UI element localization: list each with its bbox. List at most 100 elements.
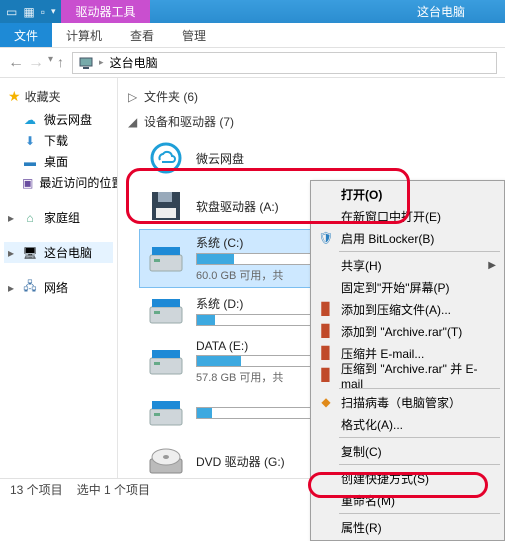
menu-item-label: 添加到 "Archive.rar"(T) xyxy=(341,323,462,340)
chevron-down-icon: ◢ xyxy=(128,115,138,129)
sidebar-homegroup[interactable]: ▸ ⌂ 家庭组 xyxy=(4,207,113,228)
menu-item[interactable]: 属性(R) xyxy=(313,516,502,538)
nav-back-icon[interactable]: ← xyxy=(8,54,24,72)
menu-item[interactable]: ▉ 添加到 "Archive.rar"(T) xyxy=(313,320,502,342)
drive-icon xyxy=(144,138,188,178)
menu-item-label: 共享(H) xyxy=(341,257,382,274)
sidebar-item-label: 下载 xyxy=(44,132,68,149)
star-icon: ★ xyxy=(8,88,21,105)
qat-props-icon[interactable]: ▦ xyxy=(23,5,34,19)
menu-item[interactable]: 🛡启用 BitLocker(B) xyxy=(313,227,502,249)
context-menu: 打开(O) 在新窗口中打开(E)🛡启用 BitLocker(B) 共享(H) ▶ 固定到… xyxy=(310,180,505,541)
sidebar-item-label: 最近访问的位置 xyxy=(39,174,118,191)
section-drives-label: 设备和驱动器 (7) xyxy=(144,113,234,130)
menu-item-label: 复制(C) xyxy=(341,443,382,460)
sidebar-fav-weiyun[interactable]: ☁ 微云网盘 xyxy=(18,109,113,130)
ribbon-tabs: 文件 计算机 查看 管理 xyxy=(0,23,505,48)
menu-item[interactable]: 创建快捷方式(S) xyxy=(313,467,502,489)
cloud-icon: ☁ xyxy=(22,112,38,128)
sidebar-fav-recent[interactable]: ▣ 最近访问的位置 xyxy=(18,172,113,193)
menu-item[interactable]: ▉ 添加到压缩文件(A)... xyxy=(313,298,502,320)
status-selection-count: 选中 1 个项目 xyxy=(77,481,150,498)
chevron-right-icon: ▸ xyxy=(8,211,16,225)
drive-icon xyxy=(144,441,188,478)
menu-item-label: 属性(R) xyxy=(341,519,382,536)
sidebar-favorites-label: 收藏夹 xyxy=(25,88,61,105)
drive-icon xyxy=(144,393,188,433)
menu-item-label: 添加到压缩文件(A)... xyxy=(341,301,451,318)
sidebar-this-pc[interactable]: ▸ 🖥 这台电脑 xyxy=(4,242,113,263)
chevron-right-icon: ▷ xyxy=(128,90,138,104)
menu-item-icon: ◆ xyxy=(317,395,335,409)
menu-item-icon: ▉ xyxy=(317,346,335,360)
sidebar-item-label: 这台电脑 xyxy=(44,244,92,261)
ribbon-tab-view[interactable]: 查看 xyxy=(116,23,168,47)
network-icon: 🖧 xyxy=(22,280,38,296)
breadcrumb[interactable]: ▸ 这台电脑 xyxy=(72,52,497,74)
nav-fwd-icon[interactable]: → xyxy=(28,54,44,72)
menu-item[interactable]: 共享(H) ▶ xyxy=(313,254,502,276)
menu-item-icon: ▉ xyxy=(317,302,335,316)
menu-item[interactable]: 在新窗口中打开(E) xyxy=(313,205,502,227)
drive-icon xyxy=(144,239,188,279)
sidebar-item-label: 网络 xyxy=(44,279,68,296)
menu-item-label: 固定到"开始"屏幕(P) xyxy=(341,279,450,296)
nav-history-icon[interactable]: ▾ xyxy=(48,54,53,72)
download-icon: ⬇ xyxy=(22,133,38,149)
address-bar-row: ← → ▾ ↑ ▸ 这台电脑 xyxy=(0,48,505,78)
sidebar-item-label: 家庭组 xyxy=(44,209,80,226)
section-folders-label: 文件夹 (6) xyxy=(144,88,198,105)
recent-icon: ▣ xyxy=(22,175,33,191)
menu-item-label: 压缩到 "Archive.rar" 并 E-mail xyxy=(341,360,484,391)
contextual-tab-drive-tools[interactable]: 驱动器工具 xyxy=(61,0,149,23)
sidebar-network[interactable]: ▸ 🖧 网络 xyxy=(4,277,113,298)
drive-icon xyxy=(144,186,188,226)
menu-item[interactable]: 固定到"开始"屏幕(P) xyxy=(313,276,502,298)
menu-item[interactable]: 格式化(A)... xyxy=(313,413,502,435)
sidebar-fav-desktop[interactable]: ▬ 桌面 xyxy=(18,151,113,172)
sidebar-favorites-header[interactable]: ★ 收藏夹 xyxy=(4,86,113,107)
menu-item[interactable]: ◆ 扫描病毒（电脑管家） xyxy=(313,391,502,413)
app-icon: ▭ xyxy=(6,5,17,19)
sidebar-item-label: 微云网盘 xyxy=(44,111,92,128)
ribbon-tab-computer[interactable]: 计算机 xyxy=(52,23,116,47)
menu-item-label: 扫描病毒（电脑管家） xyxy=(341,394,461,411)
drive-item[interactable]: 微云网盘 xyxy=(140,134,350,182)
sidebar-item-label: 桌面 xyxy=(44,153,68,170)
menu-separator xyxy=(339,437,500,438)
navigation-pane: ★ 收藏夹 ☁ 微云网盘 ⬇ 下载 ▬ 桌面 ▣ 最近访问的位置 ▸ xyxy=(0,78,118,478)
drive-icon xyxy=(144,291,188,331)
breadcrumb-location[interactable]: 这台电脑 xyxy=(110,54,158,71)
ribbon-tab-file[interactable]: 文件 xyxy=(0,23,52,47)
drive-label: 微云网盘 xyxy=(196,150,346,167)
nav-up-icon[interactable]: ↑ xyxy=(57,54,64,72)
menu-separator xyxy=(339,251,500,252)
menu-separator xyxy=(339,464,500,465)
menu-item-label: 格式化(A)... xyxy=(341,416,403,433)
qat-dropdown-icon[interactable]: ▾ xyxy=(51,6,56,17)
qat-newfolder-icon[interactable]: ▫ xyxy=(41,5,45,19)
menu-item-icon: ▉ xyxy=(317,324,335,338)
status-item-count: 13 个项目 xyxy=(10,481,63,498)
ribbon-tab-manage[interactable]: 管理 xyxy=(168,23,220,47)
desktop-icon: ▬ xyxy=(22,154,38,170)
quick-access-toolbar: ▭ ▦ ▫ ▾ xyxy=(0,0,61,23)
menu-item-label: 创建快捷方式(S) xyxy=(341,470,429,487)
this-pc-icon xyxy=(79,56,93,70)
chevron-right-icon: ▸ xyxy=(99,57,104,68)
chevron-right-icon: ▸ xyxy=(8,246,16,260)
menu-item-label: 重命名(M) xyxy=(341,492,395,509)
menu-item-label: 启用 BitLocker(B) xyxy=(341,230,434,247)
section-drives[interactable]: ◢ 设备和驱动器 (7) xyxy=(126,109,497,134)
sidebar-fav-downloads[interactable]: ⬇ 下载 xyxy=(18,130,113,151)
drive-icon xyxy=(144,342,188,382)
menu-item[interactable]: 重命名(M) xyxy=(313,489,502,511)
menu-item-label: 打开(O) xyxy=(341,186,382,203)
menu-item[interactable]: ▉压缩到 "Archive.rar" 并 E-mail xyxy=(313,364,502,386)
menu-item[interactable]: 复制(C) xyxy=(313,440,502,462)
menu-item[interactable]: 打开(O) xyxy=(313,183,502,205)
section-folders[interactable]: ▷ 文件夹 (6) xyxy=(126,84,497,109)
submenu-arrow-icon: ▶ xyxy=(488,260,496,271)
this-pc-icon: 🖥 xyxy=(22,245,38,261)
chevron-right-icon: ▸ xyxy=(8,281,16,295)
